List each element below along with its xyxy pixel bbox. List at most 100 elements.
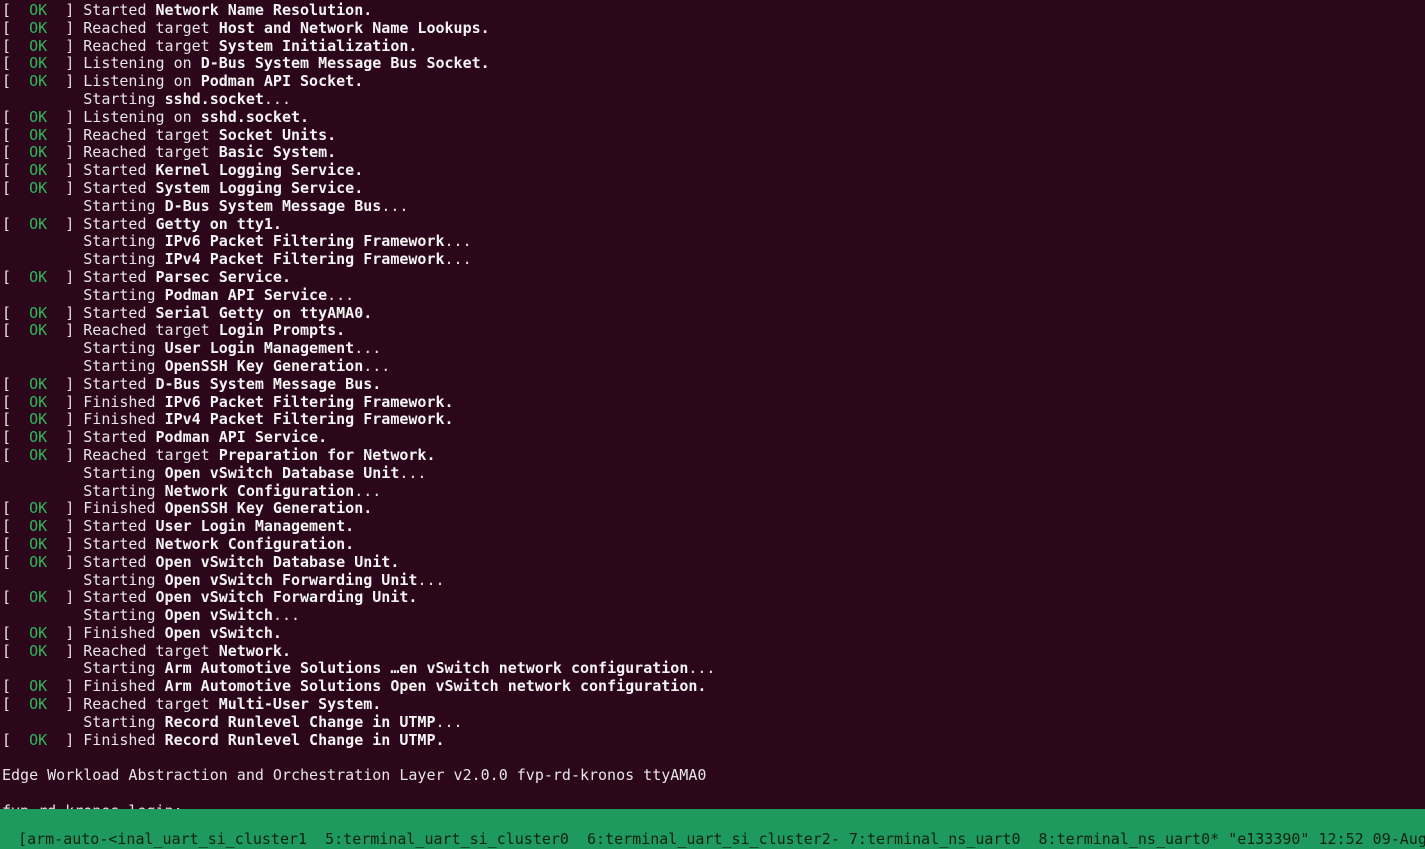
unit-name: Parsec Service.	[156, 268, 291, 286]
ellipsis: ...	[445, 232, 472, 250]
status-right: "e133390" 12:52 09-Aug-24	[1228, 830, 1425, 848]
boot-log-line: [ OK ] Started Network Name Resolution.	[2, 2, 1423, 20]
status-ok: OK	[29, 126, 47, 144]
unit-name: Network Configuration.	[156, 535, 355, 553]
unit-name: Podman API Service	[165, 286, 328, 304]
boot-log-line: [ OK ] Finished Arm Automotive Solutions…	[2, 678, 1423, 696]
ellipsis: ...	[436, 713, 463, 731]
unit-name: Host and Network Name Lookups.	[219, 19, 490, 37]
boot-log-line: Starting Network Configuration...	[2, 483, 1423, 501]
boot-log-line: Starting IPv4 Packet Filtering Framework…	[2, 251, 1423, 269]
unit-name: Basic System.	[219, 143, 336, 161]
boot-log-line: [ OK ] Started D-Bus System Message Bus.	[2, 376, 1423, 394]
status-ok: OK	[29, 499, 47, 517]
status-ok: OK	[29, 446, 47, 464]
boot-log-terminal[interactable]: [ OK ] Started Network Name Resolution. […	[0, 0, 1425, 821]
unit-name: IPv4 Packet Filtering Framework	[165, 250, 445, 268]
verb: Finished	[83, 499, 155, 517]
verb: Starting	[83, 232, 155, 250]
boot-log-line: [ OK ] Reached target Multi-User System.	[2, 696, 1423, 714]
verb: Reached target	[83, 126, 209, 144]
unit-name: Open vSwitch Database Unit.	[156, 553, 400, 571]
boot-log-line: [ OK ] Started Parsec Service.	[2, 269, 1423, 287]
tmux-status-bar[interactable]: [arm-auto-<inal_uart_si_cluster1 5:termi…	[0, 809, 1425, 849]
unit-name: Serial Getty on ttyAMA0.	[156, 304, 373, 322]
unit-name: IPv4 Packet Filtering Framework.	[165, 410, 454, 428]
unit-name: Record Runlevel Change in UTMP.	[165, 731, 445, 749]
unit-name: D-Bus System Message Bus	[165, 197, 382, 215]
status-ok: OK	[29, 410, 47, 428]
unit-name: Preparation for Network.	[219, 446, 436, 464]
status-ok: OK	[29, 535, 47, 553]
boot-log-line: Starting Record Runlevel Change in UTMP.…	[2, 714, 1423, 732]
ellipsis: ...	[381, 197, 408, 215]
verb: Reached target	[83, 695, 209, 713]
status-ok: OK	[29, 428, 47, 446]
unit-name: User Login Management	[165, 339, 355, 357]
unit-name: Podman API Socket.	[201, 72, 364, 90]
verb: Started	[83, 588, 146, 606]
ellipsis: ...	[354, 482, 381, 500]
boot-log-line: [ OK ] Reached target Socket Units.	[2, 127, 1423, 145]
boot-log-line: [ OK ] Finished Open vSwitch.	[2, 625, 1423, 643]
boot-log-line: [ OK ] Started Open vSwitch Database Uni…	[2, 554, 1423, 572]
status-ok: OK	[29, 321, 47, 339]
verb: Listening on	[83, 72, 191, 90]
verb: Started	[83, 535, 146, 553]
boot-log-line: Starting IPv6 Packet Filtering Framework…	[2, 233, 1423, 251]
boot-log-line: Starting Open vSwitch Database Unit...	[2, 465, 1423, 483]
boot-log-line: [ OK ] Started Getty on tty1.	[2, 216, 1423, 234]
unit-name: Multi-User System.	[219, 695, 382, 713]
verb: Finished	[83, 393, 155, 411]
ellipsis: ...	[399, 464, 426, 482]
verb: Starting	[83, 713, 155, 731]
verb: Reached target	[83, 143, 209, 161]
unit-name: Network Configuration	[165, 482, 355, 500]
ellipsis: ...	[445, 250, 472, 268]
ellipsis: ...	[273, 606, 300, 624]
boot-log-line: [ OK ] Reached target System Initializat…	[2, 38, 1423, 56]
verb: Starting	[83, 90, 155, 108]
verb: Starting	[83, 659, 155, 677]
verb: Starting	[83, 286, 155, 304]
boot-log-line: Starting Podman API Service...	[2, 287, 1423, 305]
boot-log-line: Starting Open vSwitch Forwarding Unit...	[2, 572, 1423, 590]
ellipsis: ...	[327, 286, 354, 304]
unit-name: OpenSSH Key Generation	[165, 357, 364, 375]
unit-name: Open vSwitch Forwarding Unit.	[156, 588, 418, 606]
verb: Started	[83, 215, 146, 233]
boot-log-line: [ OK ] Started Serial Getty on ttyAMA0.	[2, 305, 1423, 323]
verb: Started	[83, 375, 146, 393]
status-ok: OK	[29, 731, 47, 749]
unit-name: Open vSwitch.	[165, 624, 282, 642]
status-ok: OK	[29, 517, 47, 535]
boot-log-line: [ OK ] Started Kernel Logging Service.	[2, 162, 1423, 180]
verb: Reached target	[83, 37, 209, 55]
unit-name: D-Bus System Message Bus.	[156, 375, 382, 393]
boot-log-line: [ OK ] Reached target Login Prompts.	[2, 322, 1423, 340]
boot-log-line: [ OK ] Started Network Configuration.	[2, 536, 1423, 554]
status-ok: OK	[29, 161, 47, 179]
verb: Started	[83, 517, 146, 535]
unit-name: IPv6 Packet Filtering Framework.	[165, 393, 454, 411]
verb: Finished	[83, 624, 155, 642]
verb: Starting	[83, 197, 155, 215]
boot-log-line: [ OK ] Started Podman API Service.	[2, 429, 1423, 447]
boot-log-line: Starting Arm Automotive Solutions …en vS…	[2, 660, 1423, 678]
boot-log-line: [ OK ] Reached target Preparation for Ne…	[2, 447, 1423, 465]
verb: Started	[83, 179, 146, 197]
status-ok: OK	[29, 179, 47, 197]
verb: Listening on	[83, 54, 191, 72]
boot-log-line: [ OK ] Listening on Podman API Socket.	[2, 73, 1423, 91]
boot-log-line: Starting OpenSSH Key Generation...	[2, 358, 1423, 376]
unit-name: OpenSSH Key Generation.	[165, 499, 373, 517]
status-ok: OK	[29, 268, 47, 286]
unit-name: Open vSwitch	[165, 606, 273, 624]
status-ok: OK	[29, 54, 47, 72]
verb: Started	[83, 553, 146, 571]
verb: Starting	[83, 606, 155, 624]
verb: Starting	[83, 250, 155, 268]
unit-name: Kernel Logging Service.	[156, 161, 364, 179]
unit-name: Open vSwitch Database Unit	[165, 464, 400, 482]
unit-name: Podman API Service.	[156, 428, 328, 446]
